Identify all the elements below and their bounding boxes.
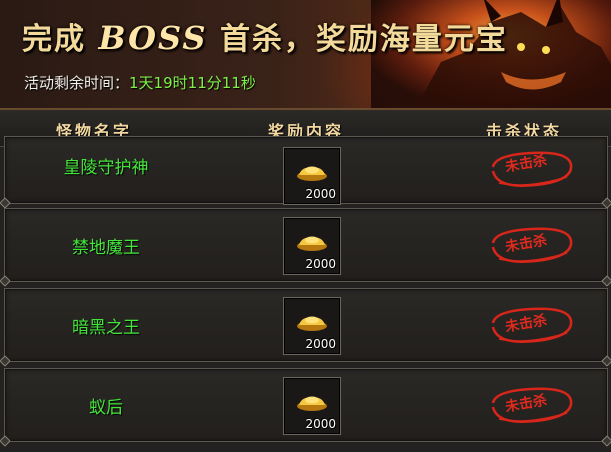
title-prefix: 完成 [22,22,86,57]
title-boss: BOSS [98,19,208,57]
timer-value: 1天19时11分11秒 [129,74,256,92]
monster-name: 禁地魔王 [72,237,140,258]
reward-amount: 2000 [305,187,336,201]
gold-ingot-icon [297,166,327,181]
monster-name: 皇陵守护神 [63,157,149,178]
table-row: 蚁后 2000 未击杀 [4,368,608,442]
table-row: 禁地魔王 2000 未击杀 [4,208,608,282]
reward-amount: 2000 [305,337,336,351]
gold-ingot-icon [297,236,327,251]
reward-slot[interactable]: 2000 [283,217,341,275]
monster-name: 蚁后 [89,397,123,418]
reward-slot[interactable]: 2000 [283,297,341,355]
reward-slot[interactable]: 2000 [283,147,341,205]
banner-title: 完成 BOSS 首杀，奖励海量元宝 [22,14,508,58]
reward-amount: 2000 [305,417,336,431]
gold-ingot-icon [297,396,327,411]
monster-name: 暗黑之王 [72,317,140,338]
table-row: 暗黑之王 2000 未击杀 [4,288,608,362]
table-row: 皇陵守护神 2000 未击杀 [4,136,608,205]
reward-amount: 2000 [305,257,336,271]
reward-slot[interactable]: 2000 [283,377,341,435]
boss-first-kill-panel: 完成 BOSS 首杀，奖励海量元宝 活动剩余时间：1天19时11分11秒 怪物名… [0,0,611,452]
event-banner: 完成 BOSS 首杀，奖励海量元宝 活动剩余时间：1天19时11分11秒 [0,0,611,110]
countdown-timer: 活动剩余时间：1天19时11分11秒 [24,72,256,93]
gold-ingot-icon [297,316,327,331]
timer-label: 活动剩余时间： [24,74,130,92]
title-suffix: 首杀，奖励海量元宝 [219,22,508,57]
